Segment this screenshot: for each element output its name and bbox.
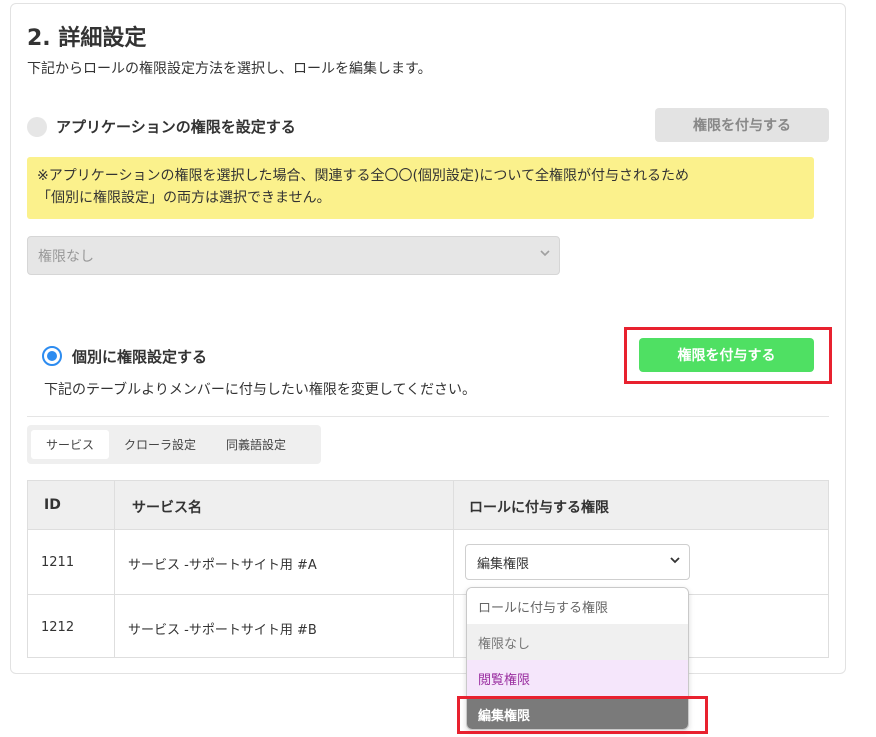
- header-id: ID: [44, 497, 61, 513]
- grant-app-permission-button[interactable]: 権限を付与する: [655, 108, 829, 142]
- row-1-permission-value: 編集権限: [477, 556, 530, 572]
- tab-crawler-settings[interactable]: クローラ設定: [109, 430, 211, 459]
- option-app-label: アプリケーションの権限を設定する: [56, 118, 296, 136]
- option-individual-description: 下記のテーブルよりメンバーに付与したい権限を変更してください。: [44, 382, 477, 398]
- notice-box: ※アプリケーションの権限を選択した場合、関連する全〇〇(個別設定)について全権限…: [27, 157, 814, 219]
- dropdown-option-none[interactable]: 権限なし: [467, 624, 688, 660]
- chevron-down-icon: [539, 247, 551, 262]
- tab-service[interactable]: サービス: [31, 430, 110, 459]
- column-divider: [453, 481, 454, 657]
- dropdown-option-placeholder[interactable]: ロールに付与する権限: [467, 588, 688, 624]
- column-divider: [114, 481, 115, 657]
- header-service-name: サービス名: [132, 500, 202, 516]
- radio-individual-permission[interactable]: [42, 346, 62, 366]
- section-description: 下記からロールの権限設定方法を選択し、ロールを編集します。: [27, 61, 432, 77]
- table-row-2-name: サービス -サポートサイト用 #B: [128, 623, 317, 638]
- option-individual-label: 個別に権限設定する: [72, 348, 208, 366]
- notice-line-1: ※アプリケーションの権限を選択した場合、関連する全〇〇(個別設定)について全権限…: [37, 168, 689, 184]
- permission-table: ID サービス名 ロールに付与する権限 1211 サービス -サポートサイト用 …: [27, 480, 829, 658]
- table-header: ID サービス名 ロールに付与する権限: [28, 481, 828, 530]
- dropdown-option-view[interactable]: 閲覧権限: [467, 660, 688, 696]
- app-permission-select-value: 権限なし: [38, 248, 94, 265]
- table-row-1-name: サービス -サポートサイト用 #A: [128, 558, 317, 573]
- app-permission-select[interactable]: 権限なし: [27, 236, 560, 275]
- header-role-permission: ロールに付与する権限: [469, 500, 609, 516]
- highlight-frame-edit-option: [457, 696, 708, 734]
- notice-line-2: 「個別に権限設定」の両方は選択できません。: [37, 190, 331, 206]
- row-divider: [28, 594, 828, 595]
- chevron-down-icon: [669, 554, 681, 569]
- tab-bar: サービス クローラ設定 同義語設定: [27, 425, 321, 464]
- divider: [27, 416, 829, 417]
- table-row-1-id: 1211: [41, 555, 75, 570]
- tab-synonym-settings[interactable]: 同義語設定: [211, 430, 301, 459]
- row-1-permission-select[interactable]: 編集権限: [465, 544, 690, 580]
- table-row-2-id: 1212: [41, 620, 75, 635]
- section-title: 2. 詳細設定: [27, 26, 147, 51]
- grant-individual-permission-button[interactable]: 権限を付与する: [639, 338, 814, 372]
- radio-app-permission[interactable]: [27, 117, 47, 137]
